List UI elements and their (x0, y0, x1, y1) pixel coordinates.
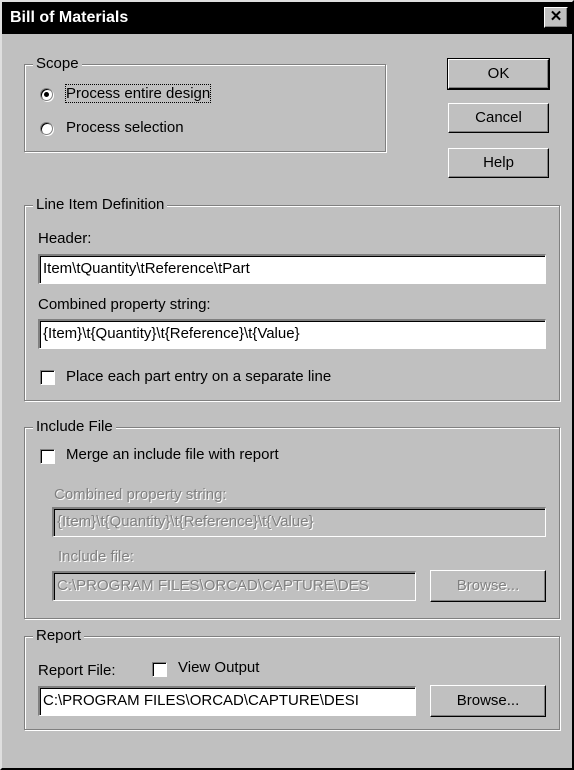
report-file-input[interactable]: C:\PROGRAM FILES\ORCAD\CAPTURE\DESI (38, 686, 416, 716)
merge-include-file-label[interactable]: Merge an include file with report (66, 446, 279, 463)
process-entire-design-radio[interactable] (40, 88, 53, 101)
separate-line-label[interactable]: Place each part entry on a separate line (66, 368, 331, 385)
view-output-label[interactable]: View Output (178, 659, 259, 676)
process-selection-label[interactable]: Process selection (66, 119, 184, 136)
header-input[interactable]: Item\tQuantity\tReference\tPart (38, 254, 546, 284)
separate-line-checkbox[interactable] (40, 370, 55, 385)
scope-group: Scope (24, 55, 386, 152)
process-entire-design-label[interactable]: Process entire design (64, 84, 212, 103)
report-browse-button[interactable]: Browse... (430, 685, 546, 717)
scope-group-label: Scope (33, 55, 82, 73)
include-browse-button: Browse... (430, 570, 546, 602)
include-file-label: Include file: (58, 548, 134, 565)
combined-property-string-input[interactable]: {Item}\t{Quantity}\t{Reference}\t{Value} (38, 319, 546, 349)
dialog-title: Bill of Materials (10, 9, 129, 26)
title-bar: Bill of Materials ✕ (2, 2, 572, 34)
combined-property-string-label: Combined property string: (38, 296, 211, 313)
line-item-definition-label: Line Item Definition (33, 196, 168, 214)
view-output-checkbox[interactable] (152, 662, 167, 677)
merge-include-file-checkbox[interactable] (40, 449, 55, 464)
bill-of-materials-dialog: Bill of Materials ✕ Scope Process entire… (0, 0, 574, 770)
process-selection-radio[interactable] (40, 122, 53, 135)
close-icon: ✕ (549, 8, 563, 25)
include-file-group-label: Include File (33, 418, 116, 436)
report-group-label: Report (33, 627, 85, 645)
ok-button[interactable]: OK (447, 58, 550, 90)
include-file-input: C:\PROGRAM FILES\ORCAD\CAPTURE\DES (52, 571, 416, 601)
cancel-button[interactable]: Cancel (448, 103, 549, 133)
help-button[interactable]: Help (448, 148, 549, 178)
report-file-label: Report File: (38, 662, 116, 679)
radio-selected-dot (44, 92, 49, 97)
close-button[interactable]: ✕ (544, 7, 568, 28)
include-combined-property-input: {Item}\t{Quantity}\t{Reference}\t{Value} (52, 507, 546, 537)
header-label: Header: (38, 230, 92, 247)
include-combined-property-label: Combined property string: (54, 486, 227, 503)
